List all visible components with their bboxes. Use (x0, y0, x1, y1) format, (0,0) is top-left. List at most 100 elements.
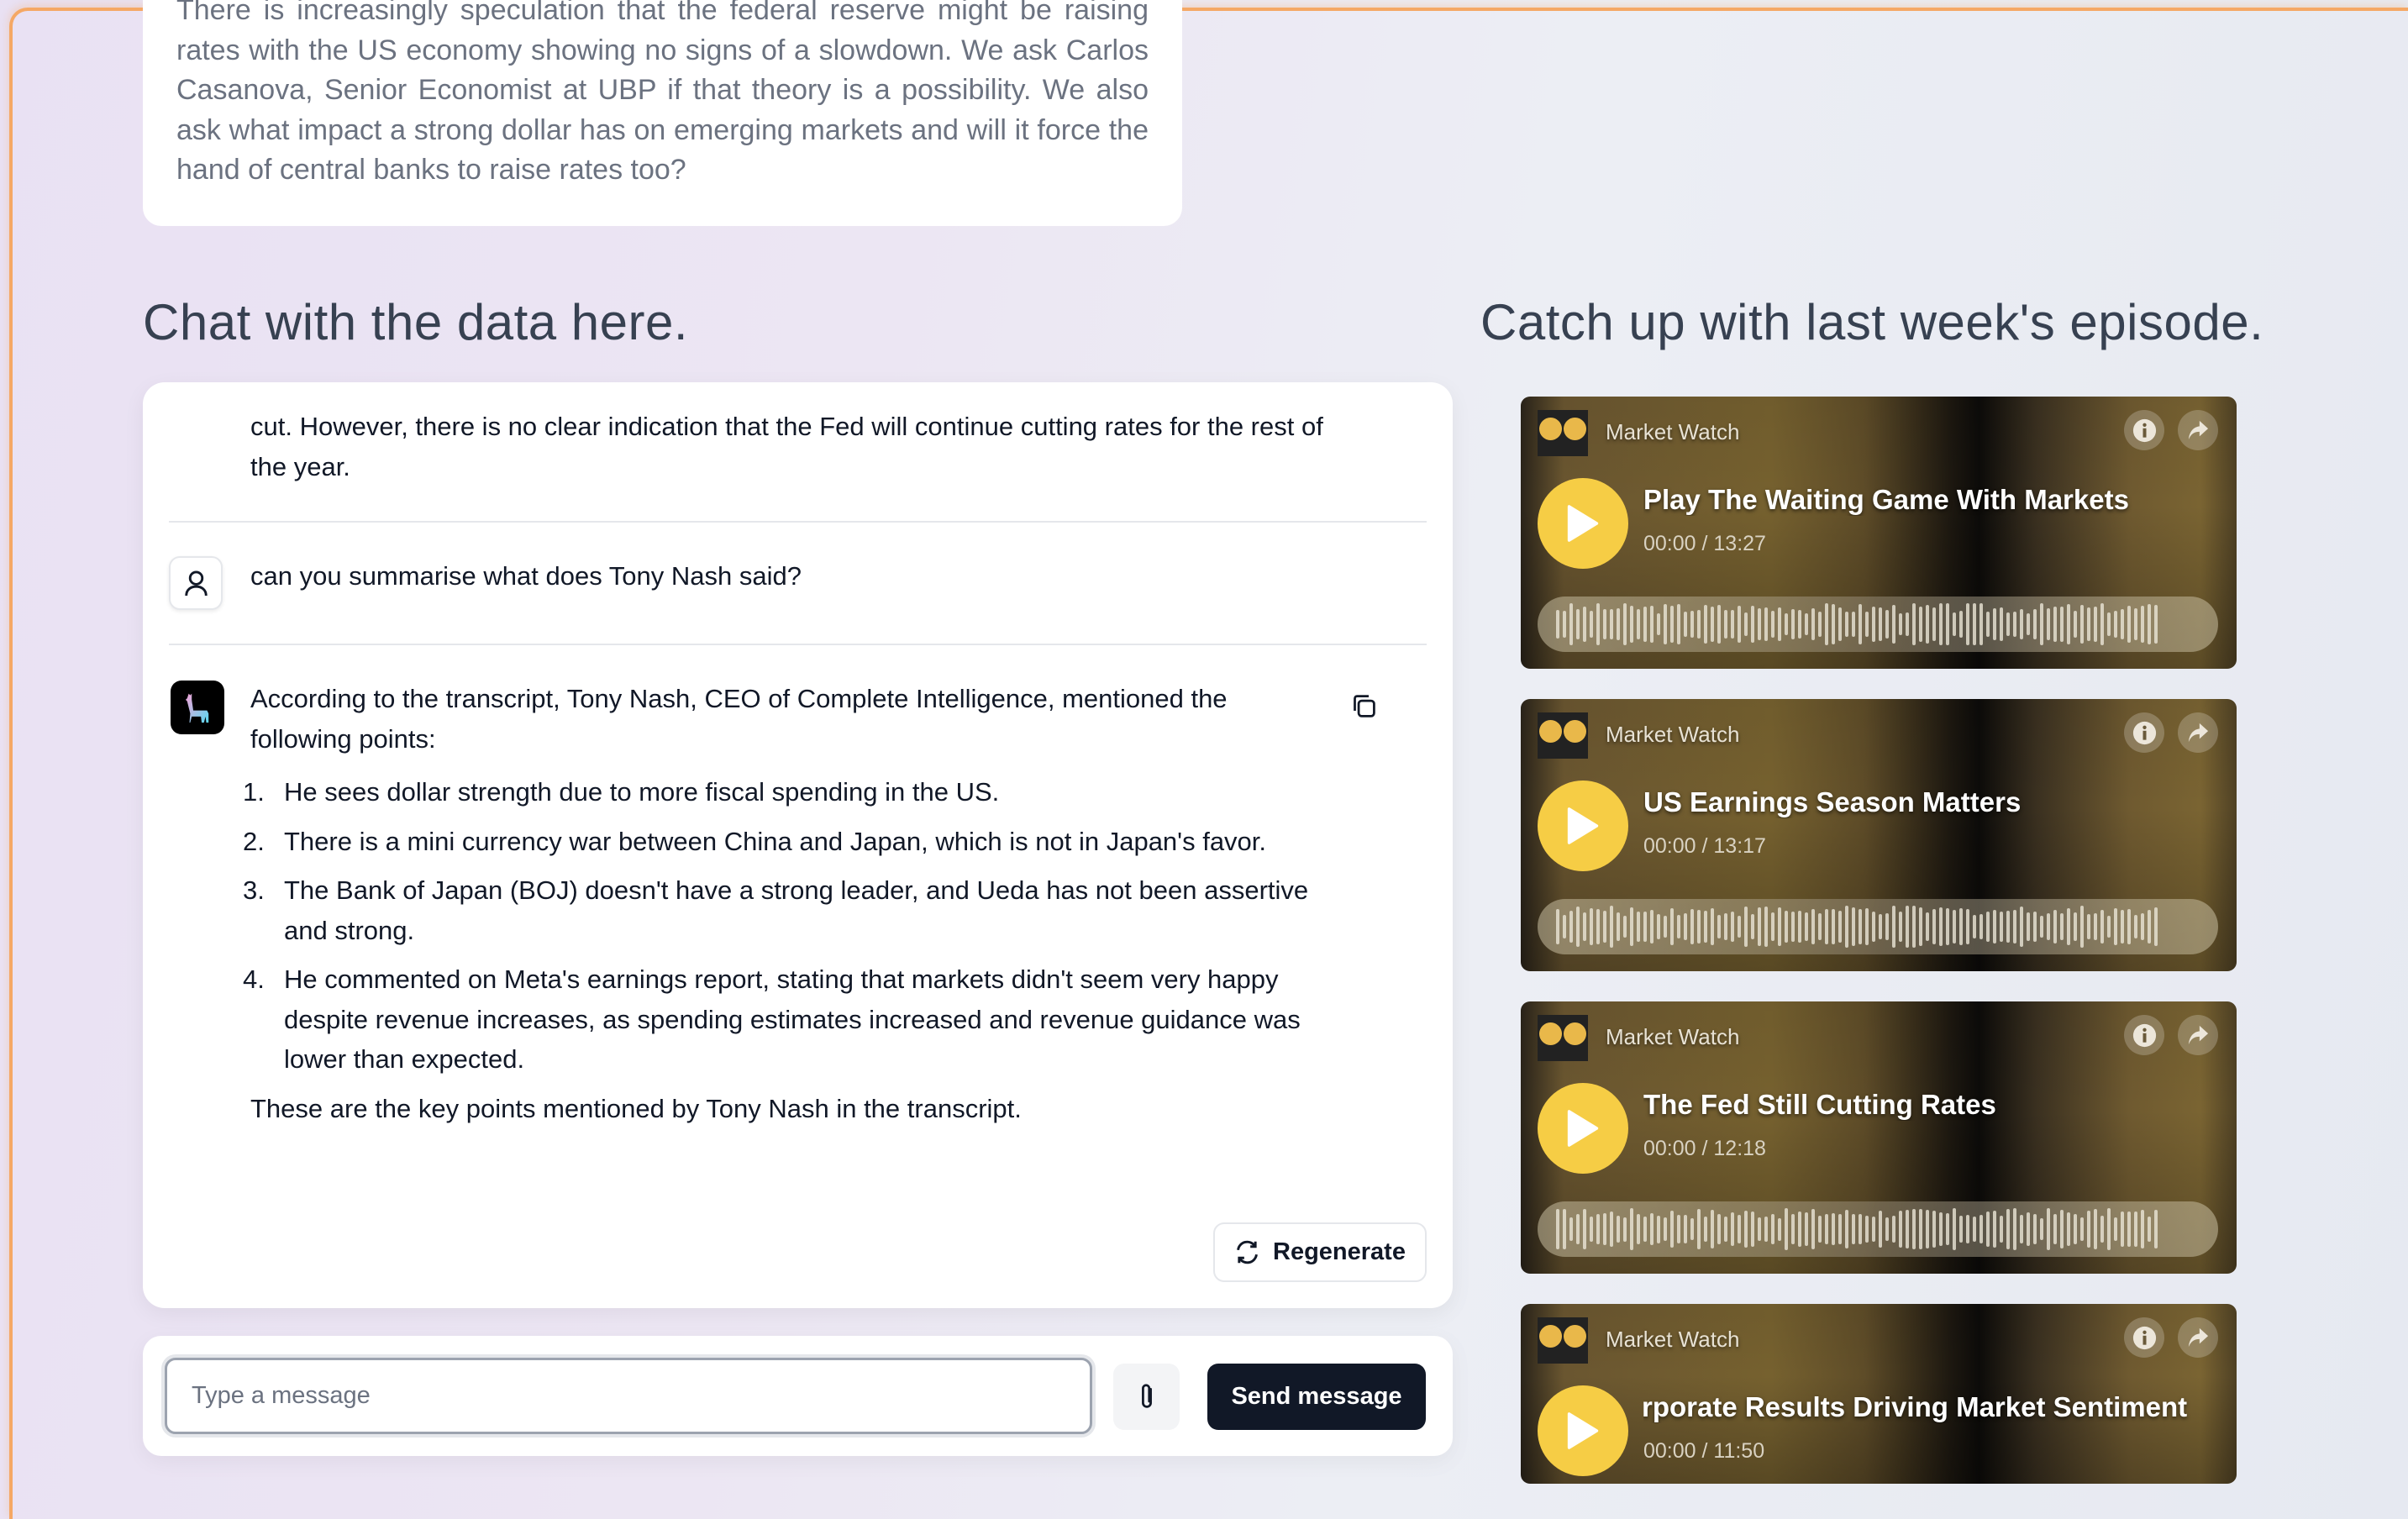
share-icon (2188, 723, 2209, 743)
waveform-bar (2114, 610, 2117, 639)
waveform-bar (1758, 907, 1761, 946)
waveform-bar (1966, 1215, 1969, 1243)
play-button[interactable] (1538, 1385, 1628, 1476)
waveform-bar (2114, 1217, 2117, 1242)
waveform-bar (2114, 908, 2117, 945)
waveform-bar (1939, 603, 1943, 645)
list-text: The Bank of Japan (BOJ) doesn't have a s… (284, 875, 1309, 945)
waveform-bar (1993, 1211, 1996, 1248)
waveform-bar (1590, 610, 1593, 639)
bot-outro: These are the key points mentioned by To… (250, 1093, 1022, 1123)
waveform-bar (1966, 909, 1969, 944)
waveform-bar (1879, 914, 1882, 939)
waveform-bar (1603, 911, 1606, 943)
waveform-bar (1664, 603, 1667, 645)
message-composer: Send message (143, 1336, 1453, 1456)
waveform-bar (1932, 1211, 1936, 1248)
share-button[interactable] (2178, 1317, 2218, 1358)
share-button[interactable] (2178, 410, 2218, 450)
regenerate-button[interactable]: Regenerate (1213, 1222, 1427, 1282)
waveform-bar (2141, 606, 2144, 643)
message-input[interactable] (165, 1358, 1092, 1434)
waveform-seek-bar[interactable] (1538, 1201, 2218, 1257)
waveform-bar (1657, 612, 1660, 636)
waveform-bar (1980, 603, 1983, 645)
waveform-bar (1912, 1208, 1916, 1250)
waveform-bar (1576, 906, 1580, 948)
waveform-bar (1953, 612, 1956, 637)
episode-card[interactable]: Market Watch Corporate Results Driving M… (1521, 1304, 2237, 1484)
waveform-bar (2148, 603, 2151, 645)
attach-button[interactable] (1113, 1364, 1180, 1430)
waveform-bar (1556, 909, 1559, 944)
waveform-bar (1724, 609, 1727, 639)
waveform-bar (1838, 1214, 1842, 1244)
waveform-bar (1852, 907, 1855, 946)
waveform-bar (2134, 915, 2137, 938)
waveform-bar (1717, 604, 1721, 644)
episode-title: Play The Waiting Game With Markets (1643, 484, 2227, 516)
episode-title-text: US Earnings Season Matters (1643, 786, 2022, 817)
waveform-bar (1583, 912, 1586, 941)
waveform-bar (2053, 607, 2057, 642)
episode-card[interactable]: Market Watch Play The Waiting Game With … (1521, 397, 2237, 669)
waveform-bar (2060, 913, 2064, 940)
info-button[interactable] (2124, 712, 2164, 753)
share-button[interactable] (2178, 1015, 2218, 1055)
waveform-bar (2134, 1212, 2137, 1247)
waveform-bar (1805, 912, 1808, 941)
waveform-bar (2020, 907, 2023, 947)
waveform-bar (1711, 907, 1714, 946)
waveform-bar (1603, 1212, 1606, 1246)
waveform-bar (1879, 607, 1882, 642)
waveform-bar (1892, 905, 1895, 949)
divider (169, 521, 1427, 523)
play-button[interactable] (1538, 478, 1628, 569)
waveform-bar (1798, 911, 1801, 943)
waveform-seek-bar[interactable] (1538, 597, 2218, 652)
page: There is increasingly speculation that t… (0, 0, 2408, 1519)
waveform-bar (1677, 1215, 1680, 1243)
waveform-bar (1569, 603, 1573, 645)
waveform-bar (1610, 609, 1613, 639)
show-logo (1538, 1317, 1588, 1364)
waveform-bar (1576, 609, 1580, 639)
waveform-bar (1583, 1208, 1586, 1250)
waveform-bar (2154, 1210, 2158, 1248)
waveform-bar (1751, 605, 1754, 644)
bot-intro: According to the transcript, Tony Nash, … (250, 684, 1228, 754)
info-button[interactable] (2124, 410, 2164, 450)
waveform-seek-bar[interactable] (1538, 899, 2218, 954)
info-icon (2132, 721, 2156, 744)
waveform-bar (1859, 603, 1862, 645)
waveform-bar (2074, 912, 2077, 942)
play-button[interactable] (1538, 781, 1628, 871)
chat-heading: Chat with the data here. (143, 294, 689, 350)
waveform-bar (1986, 1212, 1990, 1247)
list-number: 1. (243, 777, 265, 807)
waveform-bar (2033, 608, 2037, 640)
episode-title: Corporate Results Driving Market Sentime… (1643, 1391, 2227, 1423)
send-message-button[interactable]: Send message (1207, 1364, 1426, 1430)
waveform-bar (2107, 612, 2111, 636)
waveform-bar (1617, 607, 1620, 641)
share-button[interactable] (2178, 712, 2218, 753)
waveform-bar (1953, 910, 1956, 943)
waveform-bar (1684, 1215, 1687, 1243)
waveform-bar (1885, 609, 1889, 639)
show-name: Market Watch (1606, 419, 1740, 444)
play-icon (1567, 1110, 1599, 1147)
waveform-bar (1993, 909, 1996, 944)
waveform-bar (1731, 1212, 1734, 1246)
info-button[interactable] (2124, 1317, 2164, 1358)
waveform-bar (1596, 602, 1600, 646)
episode-card[interactable]: Market Watch The Fed Still Cutting Rates… (1521, 1001, 2237, 1274)
episode-card[interactable]: Market Watch US Earnings Season Matters … (1521, 699, 2237, 971)
waveform-bar (1731, 610, 1734, 639)
info-button[interactable] (2124, 1015, 2164, 1055)
waveform-bar (2148, 1216, 2151, 1243)
copy-icon[interactable] (1350, 692, 1378, 720)
waveform-bar (1798, 1212, 1801, 1247)
play-button[interactable] (1538, 1083, 1628, 1174)
list-text: He sees dollar strength due to more fisc… (284, 777, 1000, 807)
